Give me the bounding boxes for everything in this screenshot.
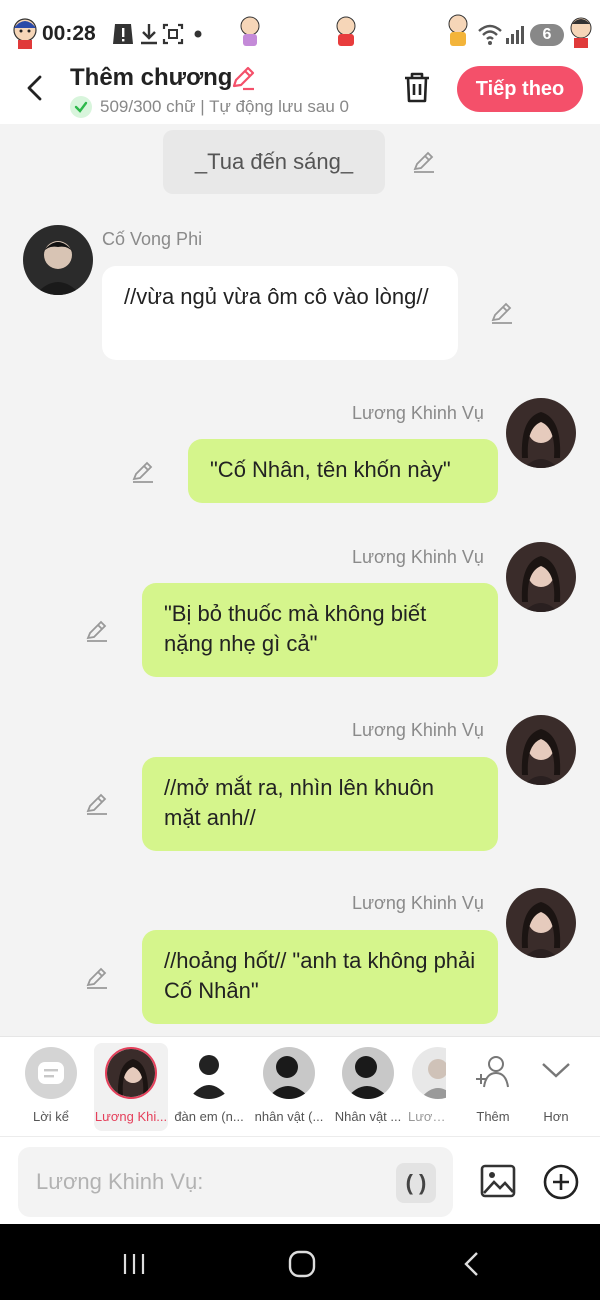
silhouette-icon: [342, 1047, 394, 1099]
avatar-image: [107, 1049, 155, 1097]
character-label: Lương Khi...: [94, 1109, 168, 1124]
signal-icon: [506, 26, 524, 44]
edit-icon[interactable]: [84, 618, 110, 644]
narrator-avatar: [25, 1047, 77, 1099]
edit-icon[interactable]: [130, 459, 156, 485]
character-luong-partial[interactable]: Lương: [404, 1043, 446, 1131]
character-avatar: [105, 1047, 157, 1099]
speaker-name: Lương Khinh Vụ: [352, 547, 484, 567]
image-button[interactable]: [480, 1163, 516, 1199]
message-bubble[interactable]: "Cố Nhân, tên khốn này": [188, 439, 498, 503]
character-nhan-vat-2[interactable]: Nhân vật ...: [331, 1043, 405, 1131]
edit-icon[interactable]: [489, 300, 515, 326]
speaker-name: Cố Vong Phi: [102, 229, 203, 249]
word-count-status: 509/300 chữ | Tự động lưu sau 0: [100, 97, 350, 116]
character-avatar: [412, 1047, 446, 1099]
character-label: Lương: [408, 1109, 446, 1124]
composer: Lương Khinh Vụ: ( ): [0, 1136, 600, 1224]
message-bubble[interactable]: "Bị bỏ thuốc mà không biết nặng nhẹ gì c…: [142, 583, 498, 677]
message-bubble[interactable]: //hoảng hốt// "anh ta không phải Cố Nhân…: [142, 930, 498, 1024]
chapter-header: Thêm chương 509/300 chữ | Tự động lưu sa…: [0, 60, 600, 124]
chevron-down-icon: [542, 1063, 570, 1078]
character-label: đàn em (n...: [174, 1109, 244, 1124]
pencil-icon[interactable]: [229, 64, 257, 92]
avatar-image: [506, 888, 576, 958]
silhouette-icon: [183, 1047, 235, 1099]
edit-icon[interactable]: [84, 965, 110, 991]
dot-icon: [194, 30, 202, 38]
next-button[interactable]: Tiếp theo: [457, 66, 583, 112]
wifi-icon: [478, 24, 502, 45]
recent-apps-button[interactable]: [118, 1248, 150, 1280]
narration-bubble[interactable]: _Tua đến sáng_: [163, 130, 385, 194]
cartoon-sticker-icon: [240, 16, 260, 46]
check-icon: [70, 96, 92, 118]
page-title: Thêm chương: [70, 64, 233, 91]
chat-area[interactable]: _Tua đến sáng_ Cố Vong Phi //vừa ngủ vừa…: [0, 124, 600, 1036]
action-parentheses-button[interactable]: ( ): [396, 1163, 436, 1203]
character-selector: Lời kể Lương Khi... đàn em (n... nhân vậ…: [0, 1036, 600, 1136]
speech-bubble-icon: [38, 1062, 64, 1084]
character-narrator[interactable]: Lời kể: [14, 1043, 88, 1131]
avatar-image: [412, 1047, 446, 1099]
edit-icon[interactable]: [84, 791, 110, 817]
character-avatar: [342, 1047, 394, 1099]
avatar-image: [506, 715, 576, 785]
character-label: nhân vật (...: [254, 1109, 324, 1124]
message-input[interactable]: Lương Khinh Vụ: ( ): [18, 1147, 453, 1217]
speaker-name: Lương Khinh Vụ: [352, 720, 484, 740]
cartoon-sticker-icon: [448, 14, 468, 46]
screenshot-icon: [162, 23, 184, 45]
silhouette-icon: [263, 1047, 315, 1099]
system-nav-bar: [0, 1224, 600, 1300]
add-button[interactable]: [542, 1163, 580, 1201]
character-luong-khinh-vu[interactable]: Lương Khi...: [94, 1043, 168, 1131]
character-dan-em[interactable]: đàn em (n...: [172, 1043, 246, 1131]
avatar-image: [506, 542, 576, 612]
more-label: Hơn: [543, 1109, 569, 1124]
message-bubble[interactable]: //mở mắt ra, nhìn lên khuôn mặt anh//: [142, 757, 498, 851]
battery-badge: 6: [530, 24, 564, 46]
edit-icon[interactable]: [411, 149, 437, 175]
character-label: Nhân vật ...: [334, 1109, 402, 1124]
speaker-name: Lương Khinh Vụ: [352, 893, 484, 913]
status-bar: 00:28 6: [0, 0, 600, 64]
cartoon-sticker-icon: [570, 17, 592, 48]
trash-button[interactable]: [400, 70, 434, 106]
add-user-icon: [476, 1056, 509, 1088]
character-avatar: [263, 1047, 315, 1099]
avatar[interactable]: [506, 888, 576, 958]
back-button[interactable]: [20, 72, 50, 104]
input-placeholder: Lương Khinh Vụ:: [36, 1169, 204, 1194]
download-icon: [141, 24, 157, 45]
clock: 00:28: [42, 22, 96, 45]
more-button[interactable]: Hơn: [519, 1043, 593, 1131]
message-bubble[interactable]: //vừa ngủ vừa ôm cô vào lòng//: [102, 266, 458, 360]
avatar-image: [506, 398, 576, 468]
avatar[interactable]: [506, 542, 576, 612]
avatar-image: [23, 225, 93, 295]
avatar[interactable]: [506, 398, 576, 468]
character-label: Lời kể: [33, 1109, 69, 1124]
cartoon-sticker-icon: [336, 16, 356, 46]
back-nav-button[interactable]: [456, 1248, 488, 1280]
alert-icon: [113, 24, 133, 44]
avatar[interactable]: [23, 225, 93, 295]
speaker-name: Lương Khinh Vụ: [352, 403, 484, 423]
cartoon-sticker-icon: [13, 18, 37, 49]
home-button[interactable]: [286, 1248, 318, 1280]
character-avatar: [183, 1047, 235, 1099]
character-nhan-vat-1[interactable]: nhân vật (...: [252, 1043, 326, 1131]
avatar[interactable]: [506, 715, 576, 785]
